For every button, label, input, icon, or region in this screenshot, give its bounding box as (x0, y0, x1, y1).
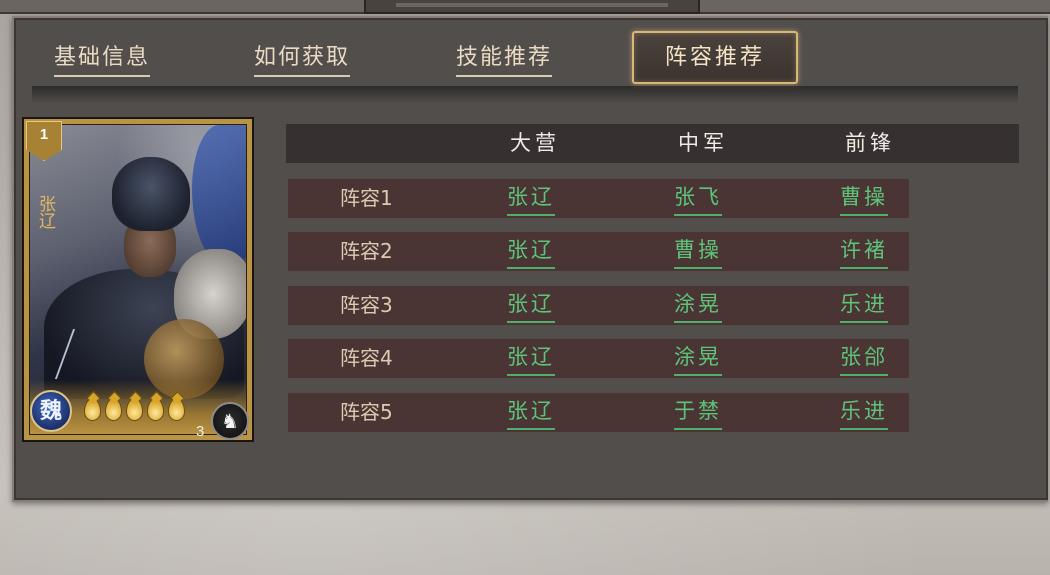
hero-link-dayin[interactable]: 张辽 (507, 340, 555, 376)
faction-wei-icon: 魏 (30, 390, 72, 432)
top-ornament (364, 0, 700, 14)
star-icon (126, 398, 143, 421)
tab-lineup-recommend[interactable]: 阵容推荐 (632, 31, 798, 84)
header-dayin: 大营 (510, 131, 560, 155)
star-icon (147, 398, 164, 421)
hero-link-zhongjun[interactable]: 涂晃 (674, 340, 722, 376)
hero-link-qianfeng[interactable]: 乐进 (840, 394, 888, 430)
lineup-label: 阵容2 (340, 239, 393, 263)
hero-link-dayin[interactable]: 张辽 (507, 233, 555, 269)
header-zhongjun: 中军 (678, 131, 728, 155)
tab-divider (32, 86, 1018, 104)
hero-link-zhongjun[interactable]: 张飞 (674, 180, 722, 216)
hero-name: 张辽 (35, 195, 55, 229)
tab-label: 如何获取 (254, 41, 351, 77)
star-icon (168, 398, 185, 421)
tab-label: 技能推荐 (456, 41, 553, 77)
star-icon (84, 398, 101, 421)
tab-how-to-obtain[interactable]: 如何获取 (254, 38, 351, 78)
cost-value: 3 (196, 423, 205, 440)
hero-link-qianfeng[interactable]: 乐进 (840, 287, 888, 323)
hero-link-qianfeng[interactable]: 许褚 (840, 233, 888, 269)
hero-card[interactable]: 1 张辽 魏 3 ♞ (22, 117, 254, 442)
hero-link-qianfeng[interactable]: 张郃 (840, 340, 888, 376)
hero-link-dayin[interactable]: 张辽 (507, 394, 555, 430)
hero-link-dayin[interactable]: 张辽 (507, 287, 555, 323)
lineup-label: 阵容4 (340, 346, 393, 370)
tab-label: 基础信息 (54, 41, 151, 77)
star-rating (84, 398, 185, 426)
lineup-table-header: 大营 中军 前锋 (286, 124, 1019, 163)
lineup-label: 阵容3 (340, 293, 393, 317)
star-icon (105, 398, 122, 421)
hero-link-zhongjun[interactable]: 涂晃 (674, 287, 722, 323)
hero-link-qianfeng[interactable]: 曹操 (840, 180, 888, 216)
tab-skill-recommend[interactable]: 技能推荐 (456, 38, 553, 78)
lineup-label: 阵容5 (340, 400, 393, 424)
tab-basic-info[interactable]: 基础信息 (54, 38, 151, 78)
lineup-label: 阵容1 (340, 186, 393, 210)
hero-link-zhongjun[interactable]: 于禁 (674, 394, 722, 430)
hero-link-dayin[interactable]: 张辽 (507, 180, 555, 216)
header-qianfeng: 前锋 (845, 131, 895, 155)
hero-link-zhongjun[interactable]: 曹操 (674, 233, 722, 269)
cavalry-horse-icon: ♞ (211, 402, 249, 440)
